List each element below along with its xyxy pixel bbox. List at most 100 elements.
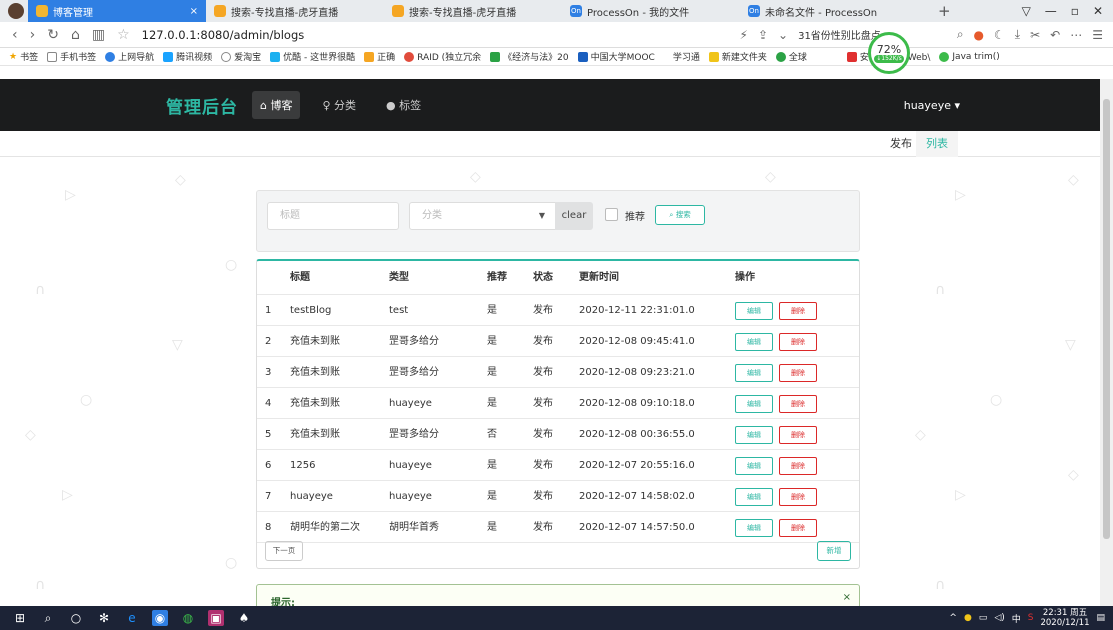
bookmark-item[interactable]: 新建文件夹 [708, 50, 767, 63]
title-input[interactable]: 标题 [267, 202, 399, 230]
close-icon[interactable]: ✕ [1093, 4, 1103, 18]
bookmark-item[interactable]: Java trim() [939, 51, 1000, 62]
menu-tag[interactable]: ● 标签 [378, 91, 429, 119]
scrollbar-thumb[interactable] [1103, 99, 1110, 539]
download-icon[interactable]: ⤓ [1015, 27, 1020, 42]
browser-active-icon[interactable]: ◉ [152, 610, 168, 626]
tray-app-icon[interactable]: ● [964, 613, 972, 623]
page-scrollbar[interactable] [1100, 79, 1113, 606]
tab-close-icon[interactable]: × [190, 6, 198, 17]
minimize-icon[interactable]: — [1045, 4, 1057, 18]
bookmark-item[interactable]: 中国大学MOOC [577, 50, 655, 63]
home-icon[interactable]: ⌂ [71, 27, 80, 43]
sogou-icon[interactable]: S [1028, 613, 1034, 623]
browser-360-icon[interactable]: ◍ [180, 610, 196, 626]
ime-language[interactable]: 中 [1012, 612, 1021, 625]
edit-button[interactable]: 编辑 [735, 333, 773, 351]
triangle-decor-icon: ▷ [955, 487, 966, 503]
network-icon[interactable]: ▭ [979, 613, 988, 623]
next-page-button[interactable]: 下一页 [265, 541, 303, 561]
bookmark-item[interactable]: 《经济与法》20 [490, 50, 569, 63]
delete-button[interactable]: 删除 [779, 519, 817, 537]
dropdown-icon[interactable]: ⌄ [778, 28, 788, 42]
app-icon[interactable]: ✻ [96, 610, 112, 626]
tab-huya-2[interactable]: 搜索-专找直播-虎牙直播 [384, 0, 562, 22]
bookmark-item[interactable]: 全球 [775, 50, 807, 63]
forward-icon[interactable]: › [30, 27, 36, 43]
menu-icon[interactable]: ☰ [1092, 28, 1103, 42]
subnav-publish[interactable]: 发布 [883, 131, 919, 157]
bookmark-item[interactable]: ★ 书签 [9, 50, 38, 64]
delete-button[interactable]: 删除 [779, 426, 817, 444]
clock[interactable]: 22:31 周五 2020/12/11 [1040, 608, 1089, 628]
chevron-up-icon[interactable]: ^ [949, 613, 957, 623]
diamond-decor-icon: ◇ [470, 169, 481, 185]
user-dropdown[interactable]: huayeye ▾ [904, 99, 960, 112]
bookmark-item[interactable]: 上网导航 [105, 50, 154, 63]
bracket-decor-icon: ∩ [35, 282, 46, 298]
undo-icon[interactable]: ↶ [1050, 28, 1060, 42]
volume-icon[interactable]: ◁) [994, 613, 1004, 623]
search-suggestion[interactable]: 31省份性别比盘点 [798, 27, 881, 42]
edit-button[interactable]: 编辑 [735, 426, 773, 444]
tab-blog-admin[interactable]: 博客管理 × [28, 0, 206, 22]
bookmark-item[interactable]: RAID (独立冗余 [404, 50, 481, 63]
bookmark-item[interactable]: 手机书签 [47, 50, 96, 63]
ide-icon[interactable]: ▣ [208, 610, 224, 626]
row-index: 2 [265, 336, 272, 347]
restore-icon[interactable]: ▫ [1071, 4, 1079, 18]
delete-button[interactable]: 删除 [779, 395, 817, 413]
app-icon[interactable]: ♠ [236, 610, 252, 626]
edit-button[interactable]: 编辑 [735, 519, 773, 537]
game-icon[interactable]: ● [974, 28, 984, 42]
search-icon[interactable]: ⌕ [40, 610, 56, 626]
flash-icon[interactable]: ⚡ [740, 28, 748, 42]
reader-icon[interactable]: ▥ [92, 27, 105, 43]
url-field[interactable]: 127.0.0.1:8080/admin/blogs [142, 28, 305, 42]
bookmark-item[interactable]: 腾讯视频 [163, 50, 212, 63]
new-blog-button[interactable]: 新增 [817, 541, 851, 561]
edit-button[interactable]: 编辑 [735, 395, 773, 413]
bookmark-item[interactable]: 学习通 [673, 50, 700, 63]
windows-start-icon[interactable]: ⊞ [12, 610, 28, 626]
delete-button[interactable]: 删除 [779, 302, 817, 320]
notification-icon[interactable]: ▤ [1096, 613, 1105, 623]
star-icon[interactable]: ☆ [117, 27, 130, 43]
new-tab-button[interactable]: + [938, 2, 951, 20]
menu-blog[interactable]: ⌂ 博客 [252, 91, 301, 119]
share-icon[interactable]: ⇪ [758, 28, 768, 42]
delete-button[interactable]: 删除 [779, 333, 817, 351]
edit-button[interactable]: 编辑 [735, 364, 773, 382]
bookmark-item[interactable]: 正确 [364, 50, 395, 63]
delete-button[interactable]: 删除 [779, 488, 817, 506]
clear-button[interactable]: clear [555, 202, 593, 230]
edit-button[interactable]: 编辑 [735, 302, 773, 320]
bookmark-item[interactable]: 优酷 - 这世界很酷 [270, 50, 355, 63]
shield-icon[interactable]: ▽ [1022, 4, 1031, 18]
search-button[interactable]: ⌕ 搜索 [655, 205, 705, 225]
recommend-checkbox[interactable] [605, 208, 618, 221]
profile-avatar[interactable] [8, 3, 24, 19]
tab-processon-untitled[interactable]: On 未命名文件 - ProcessOn [740, 0, 918, 22]
tab-processon-files[interactable]: On ProcessOn - 我的文件 [562, 0, 740, 22]
moon-icon[interactable]: ☾ [994, 28, 1005, 42]
cortana-icon[interactable]: ○ [68, 610, 84, 626]
table-row: 1 testBlog test 是 发布 2020-12-11 22:31:01.0 编辑删… [257, 295, 859, 326]
category-select[interactable]: 分类 ▼ [409, 202, 556, 230]
browser-ie-icon[interactable]: e [124, 610, 140, 626]
more-icon[interactable]: ⋯ [1070, 28, 1082, 42]
edit-button[interactable]: 编辑 [735, 457, 773, 475]
back-icon[interactable]: ‹ [12, 27, 18, 43]
edit-button[interactable]: 编辑 [735, 488, 773, 506]
speed-widget[interactable]: 72% ↓152K/s [868, 32, 910, 74]
delete-button[interactable]: 删除 [779, 457, 817, 475]
tip-close-icon[interactable]: × [843, 592, 851, 603]
delete-button[interactable]: 删除 [779, 364, 817, 382]
bookmark-item[interactable]: 爱淘宝 [221, 50, 261, 63]
search-icon[interactable]: ⌕ [957, 27, 964, 42]
reload-icon[interactable]: ↻ [47, 27, 59, 43]
tab-huya-1[interactable]: 搜索-专找直播-虎牙直播 [206, 0, 384, 22]
menu-category[interactable]: ♀ 分类 [314, 91, 364, 119]
subnav-list[interactable]: 列表 [916, 131, 958, 157]
cut-icon[interactable]: ✂ [1030, 28, 1040, 42]
